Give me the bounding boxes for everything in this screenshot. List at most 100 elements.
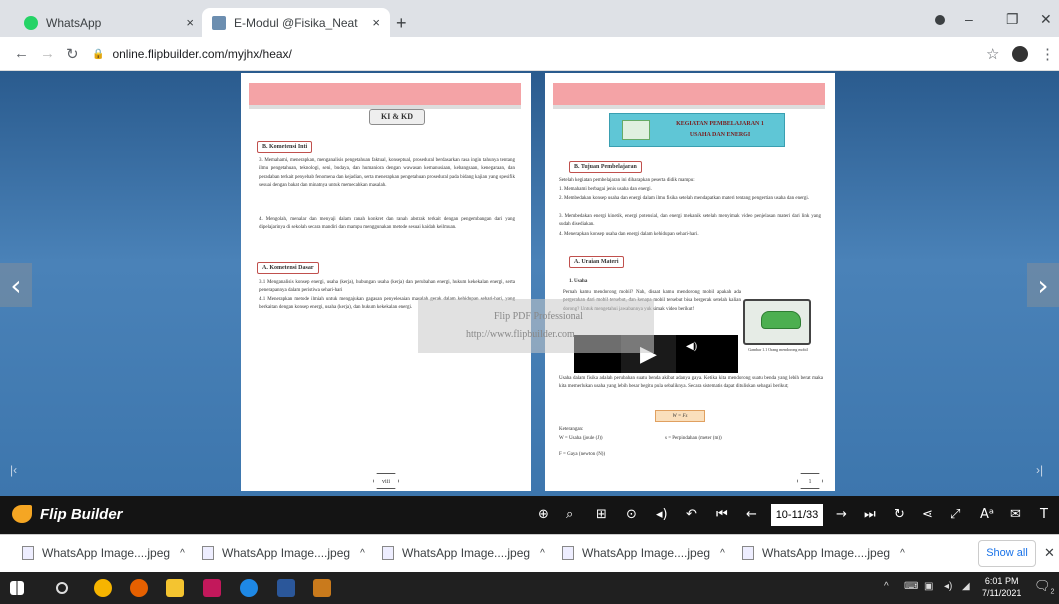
autoplay-icon[interactable]: ⊙ — [626, 507, 637, 522]
clock[interactable]: 6:01 PM 7/11/2021 — [982, 575, 1021, 599]
app-icon[interactable] — [203, 579, 221, 597]
chapter-banner: KEGIATAN PEMBELAJARAN 1 USAHA DAN ENERGI — [609, 113, 785, 147]
list-item: 2. Membedakan konsep usaha dan energi da… — [559, 196, 810, 201]
file-explorer-icon[interactable] — [166, 579, 184, 597]
menu-icon[interactable]: ⋮ — [1040, 45, 1055, 63]
last-page-icon[interactable]: ›| — [1036, 463, 1043, 477]
section-label: B. Tujuan Pembelajaran — [569, 161, 642, 173]
tab-emodul[interactable]: E-Modul @Fisika_Neat × — [202, 8, 390, 37]
page-number: 1 — [797, 473, 823, 489]
figure-caption: Gambar 1.1 Orang mendorong mobil — [748, 347, 808, 352]
chrome-icon[interactable] — [94, 579, 112, 597]
chevron-up-icon[interactable]: ^ — [900, 548, 905, 559]
list-item: 3. Membedakan energi kinetik, energi pot… — [559, 214, 821, 228]
windows-start-icon[interactable] — [10, 581, 24, 595]
chevron-up-icon[interactable]: ^ — [720, 548, 725, 559]
maximize-button[interactable]: ❐ — [1006, 11, 1019, 28]
network-icon[interactable]: ◢ — [962, 581, 970, 592]
forward-icon[interactable]: → — [40, 45, 55, 62]
fullscreen-icon[interactable]: ⤢ — [950, 507, 960, 522]
keyboard-icon[interactable]: ⌨ — [904, 581, 918, 592]
header-band — [249, 83, 521, 105]
taskbar: ^ ⌨ ▣ ◂) ◢ 6:01 PM 7/11/2021 🗨2 — [0, 572, 1059, 604]
close-tab-icon[interactable]: × — [372, 15, 380, 30]
page-indicator[interactable]: 10-11/33 — [771, 504, 823, 526]
next-page-icon[interactable]: → — [836, 507, 847, 522]
download-item[interactable]: WhatsApp Image....jpeg ^ — [382, 546, 545, 560]
reload-icon[interactable]: ↻ — [66, 45, 79, 63]
download-item[interactable]: WhatsApp Image....jpeg ^ — [202, 546, 365, 560]
show-all-button[interactable]: Show all — [978, 540, 1036, 567]
first-page-icon[interactable]: |‹ — [10, 463, 17, 477]
downloads-bar: WhatsApp Image....jpeg ^ WhatsApp Image.… — [0, 534, 1059, 572]
sound-icon[interactable]: ◂) — [656, 507, 668, 522]
back-icon[interactable]: ← — [14, 45, 29, 62]
tab-whatsapp[interactable]: WhatsApp × — [14, 8, 204, 37]
chevron-up-icon[interactable]: ^ — [360, 548, 365, 559]
close-downloads-icon[interactable]: ✕ — [1044, 545, 1055, 561]
brand-name: Flip Builder — [40, 505, 123, 523]
share-icon[interactable]: ⋖ — [922, 507, 933, 522]
word-icon[interactable] — [277, 579, 295, 597]
download-filename: WhatsApp Image....jpeg — [402, 546, 531, 560]
profile-icon[interactable] — [935, 15, 945, 25]
volume-icon[interactable]: ◀) — [686, 341, 697, 352]
car-push-illustration — [743, 299, 811, 345]
account-avatar[interactable] — [1012, 46, 1028, 62]
url-field[interactable]: 🔒 online.flipbuilder.com/myjhx/heax/ — [92, 41, 980, 67]
email-icon[interactable]: ✉ — [1010, 507, 1021, 522]
image-file-icon — [382, 546, 394, 560]
download-filename: WhatsApp Image....jpeg — [222, 546, 351, 560]
display-icon[interactable]: ▣ — [924, 581, 933, 592]
firefox-icon[interactable] — [130, 579, 148, 597]
chevron-up-icon[interactable]: ^ — [180, 548, 185, 559]
tab-title: WhatsApp — [46, 15, 102, 30]
last-page-icon[interactable]: ⏭ — [864, 507, 876, 522]
next-page-arrow[interactable]: › — [1027, 263, 1059, 307]
notification-icon[interactable]: 🗨2 — [1034, 578, 1054, 596]
tab-title: E-Modul @Fisika_Neat — [234, 15, 358, 30]
subheading: 1. Usaha — [569, 279, 588, 284]
image-file-icon — [22, 546, 34, 560]
new-tab-button[interactable]: + — [396, 13, 407, 34]
close-window-button[interactable]: ✕ — [1040, 11, 1052, 28]
tray-chevron-icon[interactable]: ^ — [884, 581, 889, 592]
search-icon[interactable] — [56, 582, 68, 594]
left-page[interactable]: KI & KD B. Kometensi Inti 3. Memahami, m… — [241, 73, 531, 491]
chapter-title-line2: USAHA DAN ENERGI — [689, 132, 751, 138]
flipbuilder-logo-icon — [12, 505, 32, 523]
right-page[interactable]: KEGIATAN PEMBELAJARAN 1 USAHA DAN ENERGI… — [545, 73, 835, 491]
close-tab-icon[interactable]: × — [186, 15, 194, 30]
edge-icon[interactable] — [240, 579, 258, 597]
browser-tab-bar: WhatsApp × E-Modul @Fisika_Neat × + – ❐ … — [0, 0, 1059, 37]
watermark-line2: http://www.flipbuilder.com — [466, 329, 575, 340]
download-item[interactable]: WhatsApp Image....jpeg ^ — [22, 546, 185, 560]
volume-icon[interactable]: ◂) — [944, 581, 952, 592]
search-icon[interactable]: ⌕ — [566, 507, 573, 522]
watermark-line1: Flip PDF Professional — [494, 311, 583, 322]
zoom-in-icon[interactable]: ⊕ — [538, 507, 549, 522]
bookmark-star-icon[interactable]: ☆ — [986, 45, 999, 63]
watermark: Flip PDF Professional http://www.flipbui… — [418, 299, 654, 353]
date: 7/11/2021 — [982, 588, 1022, 598]
thumbnails-icon[interactable]: ⊞ — [596, 507, 607, 522]
lock-icon: 🔒 — [92, 48, 105, 60]
prev-page-icon[interactable]: ← — [746, 507, 757, 522]
first-page-icon[interactable]: ⏮ — [716, 507, 728, 522]
refresh-icon[interactable]: ↻ — [894, 507, 905, 522]
formula-box: W = Fs — [655, 410, 705, 422]
paragraph: 3.1 Menganalisis konsep energi, usaha (k… — [259, 280, 515, 294]
font-size-icon[interactable]: Aᵃ — [980, 507, 994, 522]
minimize-button[interactable]: – — [965, 11, 973, 27]
url-text: online.flipbuilder.com/myjhx/heax/ — [112, 47, 292, 61]
text-icon[interactable]: T — [1040, 507, 1048, 522]
prev-page-arrow[interactable]: ‹ — [0, 263, 32, 307]
download-item[interactable]: WhatsApp Image....jpeg ^ — [742, 546, 905, 560]
download-filename: WhatsApp Image....jpeg — [582, 546, 711, 560]
header-band — [553, 83, 825, 105]
chevron-up-icon[interactable]: ^ — [540, 548, 545, 559]
back-link-icon[interactable]: ↶ — [686, 507, 697, 522]
download-item[interactable]: WhatsApp Image....jpeg ^ — [562, 546, 725, 560]
viewer-toolbar: Flip Builder ⊕ ⌕ ⊞ ⊙ ◂) ↶ ⏮ ← 10-11/33 →… — [0, 496, 1059, 534]
app-icon[interactable] — [313, 579, 331, 597]
